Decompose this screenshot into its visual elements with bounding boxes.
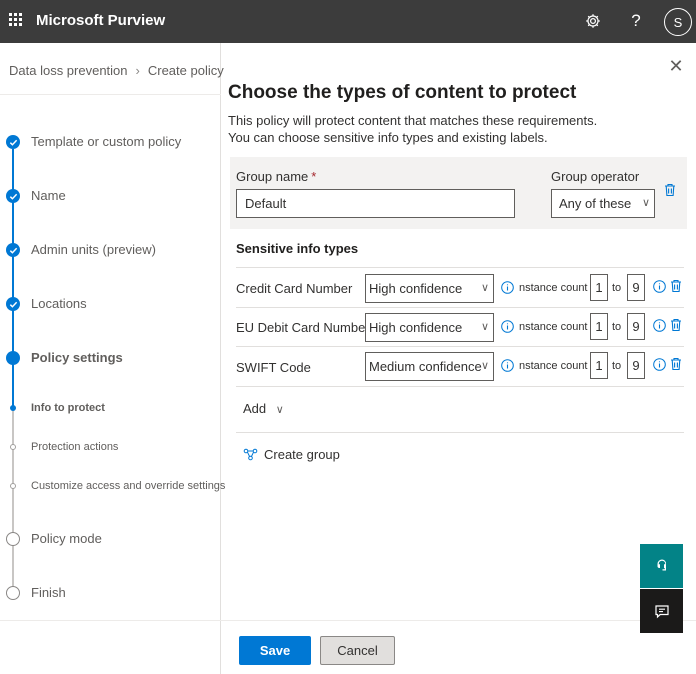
delete-icon[interactable] bbox=[670, 357, 682, 371]
pending-step-icon bbox=[6, 532, 20, 546]
divider bbox=[236, 386, 684, 387]
group-name-label: Group name * bbox=[236, 169, 316, 184]
chevron-down-icon: ∨ bbox=[275, 404, 284, 416]
breadcrumb-item-dlp[interactable]: Data loss prevention bbox=[9, 63, 128, 78]
group-name-input[interactable]: Default bbox=[236, 189, 515, 218]
instance-min-input[interactable]: 1 bbox=[590, 274, 608, 301]
waffle-icon[interactable] bbox=[9, 13, 23, 27]
confidence-value: High confidence bbox=[369, 320, 463, 335]
pending-substep-icon bbox=[10, 483, 16, 489]
pending-substep-icon bbox=[10, 444, 16, 450]
breadcrumb-item-create-policy[interactable]: Create policy bbox=[148, 63, 224, 78]
close-icon[interactable]: ✕ bbox=[667, 57, 685, 75]
instance-min-input[interactable]: 1 bbox=[590, 352, 608, 379]
description-line: You can choose sensitive info types and … bbox=[228, 130, 548, 145]
info-icon[interactable] bbox=[653, 319, 666, 332]
to-label: to bbox=[612, 282, 622, 294]
divider bbox=[0, 620, 221, 621]
step-template[interactable]: Template or custom policy bbox=[31, 134, 181, 149]
chevron-down-icon: ∨ bbox=[480, 321, 489, 333]
to-label: to bbox=[612, 321, 622, 333]
page-title: Choose the types of content to protect bbox=[228, 82, 577, 103]
save-button[interactable]: Save bbox=[239, 636, 311, 665]
step-finish[interactable]: Finish bbox=[31, 585, 66, 600]
instance-max-input[interactable]: 9 bbox=[627, 352, 645, 379]
avatar[interactable]: S bbox=[664, 8, 692, 36]
checkmark-icon bbox=[6, 243, 20, 257]
current-substep-icon bbox=[10, 405, 16, 411]
step-admin-units[interactable]: Admin units (preview) bbox=[31, 242, 156, 257]
step-policy-settings[interactable]: Policy settings bbox=[31, 350, 123, 365]
info-icon[interactable] bbox=[653, 280, 666, 293]
chevron-down-icon: ∨ bbox=[641, 197, 650, 209]
divider bbox=[236, 307, 684, 308]
group-operator-label: Group operator bbox=[551, 169, 640, 184]
substep-info-to-protect[interactable]: Info to protect bbox=[31, 402, 105, 414]
substep-protection-actions[interactable]: Protection actions bbox=[31, 441, 118, 453]
breadcrumb: Data loss prevention › Create policy bbox=[9, 63, 224, 78]
info-icon[interactable] bbox=[501, 359, 514, 372]
info-icon[interactable] bbox=[501, 281, 514, 294]
delete-group-icon[interactable] bbox=[664, 183, 676, 197]
instance-max-input[interactable]: 9 bbox=[627, 313, 645, 340]
confidence-dropdown[interactable]: Medium confidence ∨ bbox=[365, 352, 494, 381]
step-policy-mode[interactable]: Policy mode bbox=[31, 531, 102, 546]
create-group-button[interactable]: Create group bbox=[243, 447, 340, 462]
divider bbox=[221, 620, 696, 621]
checkmark-icon bbox=[6, 135, 20, 149]
add-button[interactable]: Add ∨ bbox=[243, 401, 284, 416]
required-mark: * bbox=[311, 169, 317, 184]
step-name[interactable]: Name bbox=[31, 188, 66, 203]
instance-count-label: nstance count bbox=[519, 282, 588, 294]
chevron-down-icon: ∨ bbox=[480, 360, 489, 372]
instance-count-label: nstance count bbox=[519, 321, 588, 333]
sensitive-info-types-title: Sensitive info types bbox=[236, 241, 359, 256]
current-step-icon bbox=[6, 351, 20, 365]
help-icon[interactable]: ? bbox=[626, 11, 646, 31]
confidence-dropdown[interactable]: High confidence ∨ bbox=[365, 313, 494, 342]
divider bbox=[236, 346, 684, 347]
divider bbox=[0, 94, 221, 95]
chevron-right-icon: › bbox=[135, 63, 140, 78]
create-group-icon bbox=[243, 448, 258, 461]
info-type-name: EU Debit Card Number bbox=[236, 320, 370, 335]
group-operator-value: Any of these bbox=[559, 196, 632, 211]
info-type-name: Credit Card Number bbox=[236, 281, 353, 296]
page-description: This policy will protect content that ma… bbox=[228, 112, 597, 146]
substep-customize-access[interactable]: Customize access and override settings bbox=[31, 480, 225, 492]
divider bbox=[236, 432, 684, 433]
pending-step-icon bbox=[6, 586, 20, 600]
instance-max-input[interactable]: 9 bbox=[627, 274, 645, 301]
progress-line bbox=[12, 149, 14, 407]
info-type-name: SWIFT Code bbox=[236, 360, 311, 375]
wizard-nav: Data loss prevention › Create policy Templ… bbox=[0, 43, 225, 674]
group-name-label-text: Group name bbox=[236, 169, 309, 184]
add-label: Add bbox=[243, 401, 267, 416]
instance-count-label: nstance count bbox=[519, 360, 588, 372]
chevron-down-icon: ∨ bbox=[480, 282, 489, 294]
instance-min-input[interactable]: 1 bbox=[590, 313, 608, 340]
gear-icon[interactable] bbox=[583, 11, 603, 31]
confidence-value: High confidence bbox=[369, 281, 463, 296]
create-group-label: Create group bbox=[264, 447, 340, 462]
group-operator-dropdown[interactable]: Any of these ∨ bbox=[551, 189, 655, 218]
info-icon[interactable] bbox=[501, 320, 514, 333]
step-locations[interactable]: Locations bbox=[31, 296, 87, 311]
progress-line-pending bbox=[12, 407, 14, 587]
checkmark-icon bbox=[6, 189, 20, 203]
delete-icon[interactable] bbox=[670, 318, 682, 332]
cancel-button[interactable]: Cancel bbox=[320, 636, 395, 665]
delete-icon[interactable] bbox=[670, 279, 682, 293]
divider bbox=[236, 267, 684, 268]
confidence-value: Medium confidence bbox=[369, 359, 482, 374]
confidence-dropdown[interactable]: High confidence ∨ bbox=[365, 274, 494, 303]
feedback-icon[interactable] bbox=[640, 589, 683, 633]
checkmark-icon bbox=[6, 297, 20, 311]
to-label: to bbox=[612, 360, 622, 372]
help-chat-icon[interactable] bbox=[640, 544, 683, 588]
top-bar: Microsoft Purview ? S bbox=[0, 0, 696, 43]
description-line: This policy will protect content that ma… bbox=[228, 113, 598, 128]
info-icon[interactable] bbox=[653, 358, 666, 371]
app-title[interactable]: Microsoft Purview bbox=[36, 12, 165, 29]
